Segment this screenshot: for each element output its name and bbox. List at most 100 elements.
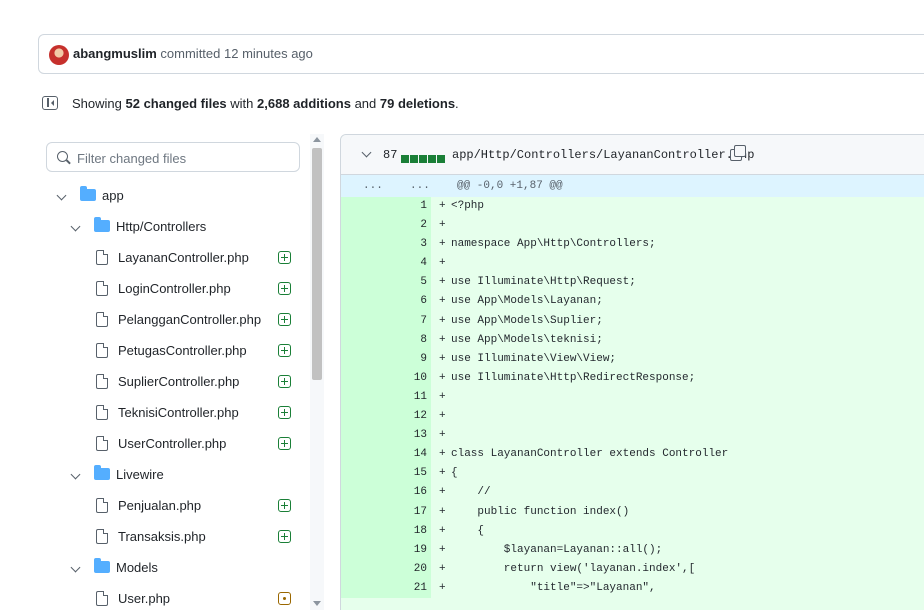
summary-with: with (230, 96, 254, 111)
diff-line: 20 + return view('layanan.index',[ (341, 559, 924, 579)
chevron-down-icon[interactable] (70, 469, 81, 480)
tree-folder[interactable]: Livewire (46, 459, 308, 490)
line-code: use Illuminate\View\View; (451, 352, 617, 365)
line-number[interactable]: 5 (341, 273, 431, 293)
line-number[interactable]: 6 (341, 292, 431, 312)
summary-and: and (354, 96, 377, 111)
line-code: "title"=>"Layanan", (451, 581, 656, 594)
tree-file[interactable]: PelangganController.php (46, 304, 308, 335)
file-label: PetugasController.php (118, 343, 247, 358)
tree-file[interactable]: UserController.php (46, 428, 308, 459)
hunk-expand-old[interactable]: ... (363, 180, 383, 192)
file-tree-scrollbar[interactable] (310, 134, 324, 610)
search-icon (57, 151, 68, 162)
diff-summary: Showing 52 changed files with 2,688 addi… (72, 96, 459, 111)
addition-marker: + (439, 467, 446, 480)
collapse-diff-chevron-icon[interactable] (361, 147, 372, 158)
line-number[interactable]: 2 (341, 216, 431, 236)
file-icon (96, 250, 108, 265)
line-number[interactable]: 18 (341, 521, 431, 541)
folder-label: Livewire (116, 467, 164, 482)
line-number[interactable]: 8 (341, 330, 431, 350)
file-icon (96, 281, 108, 296)
copy-icon[interactable] (730, 145, 746, 161)
diff-line: 11 + (341, 387, 924, 408)
tree-file[interactable]: SuplierController.php (46, 366, 308, 397)
tree-file[interactable]: Transaksis.php (46, 521, 308, 552)
diff-file-header: 87 app/Http/Controllers/LayananControlle… (341, 135, 924, 175)
line-number[interactable]: 9 (341, 349, 431, 369)
line-code: $layanan=Layanan::all(); (451, 543, 663, 556)
tree-file[interactable]: PetugasController.php (46, 335, 308, 366)
file-label: Transaksis.php (118, 529, 206, 544)
file-label: TeknisiController.php (118, 405, 239, 420)
line-number[interactable]: 7 (341, 311, 431, 331)
hunk-expand-new[interactable]: ... (410, 180, 430, 192)
line-code: use App\Models\teknisi; (451, 333, 603, 346)
chevron-down-icon[interactable] (56, 190, 67, 201)
tree-folder[interactable]: Http/Controllers (46, 211, 308, 242)
tree-file[interactable]: LayananController.php (46, 242, 308, 273)
diff-file-path[interactable]: app/Http/Controllers/LayananController.p… (452, 148, 754, 162)
line-number[interactable]: 14 (341, 445, 431, 465)
line-code: { (451, 467, 458, 480)
diff-line: 7 + use App\Models\Suplier; (341, 311, 924, 331)
tree-file[interactable]: Penjualan.php (46, 490, 308, 521)
line-number[interactable]: 21 (341, 578, 431, 598)
scroll-up-arrow-icon[interactable] (313, 137, 321, 142)
line-number[interactable]: 3 (341, 235, 431, 255)
addition-marker: + (439, 333, 446, 346)
addition-marker: + (439, 219, 446, 232)
chevron-down-icon[interactable] (70, 562, 81, 573)
line-number[interactable]: 1 (341, 197, 431, 217)
line-number[interactable]: 13 (341, 426, 431, 446)
diff-line: 3 + namespace App\Http\Controllers; (341, 235, 924, 255)
addition-marker: + (439, 524, 446, 537)
file-added-icon (278, 344, 291, 357)
commit-info: abangmuslim committed 12 minutes ago (73, 46, 313, 61)
line-number[interactable]: 12 (341, 407, 431, 427)
tree-file[interactable]: LoginController.php (46, 273, 308, 304)
chevron-down-icon[interactable] (70, 221, 81, 232)
line-number[interactable]: 19 (341, 540, 431, 560)
line-number[interactable]: 15 (341, 464, 431, 484)
folder-icon (94, 465, 110, 480)
line-number[interactable]: 11 (341, 387, 431, 408)
folder-icon (94, 558, 110, 573)
line-number[interactable]: 16 (341, 483, 431, 503)
file-added-icon (278, 406, 291, 419)
avatar[interactable] (49, 45, 69, 65)
commit-author[interactable]: abangmuslim (73, 46, 157, 61)
summary-prefix: Showing (72, 96, 122, 111)
diff-line-count: 87 (383, 148, 398, 162)
diff-line: 8 + use App\Models\teknisi; (341, 330, 924, 350)
hunk-header: ... ... @@ -0,0 +1,87 @@ (341, 175, 924, 197)
file-tree: app Http/Controllers LayananController.php… (46, 180, 308, 610)
line-code: // (451, 486, 491, 499)
tree-file[interactable]: User.php (46, 583, 308, 610)
diff-line: 4 + (341, 254, 924, 274)
file-icon (96, 312, 108, 327)
line-number[interactable]: 20 (341, 559, 431, 579)
file-icon (96, 405, 108, 420)
tree-folder[interactable]: Models (46, 552, 308, 583)
line-number[interactable]: 17 (341, 502, 431, 522)
file-label: LayananController.php (118, 250, 249, 265)
tree-file[interactable]: TeknisiController.php (46, 397, 308, 428)
line-number[interactable]: 4 (341, 254, 431, 274)
line-number[interactable]: 10 (341, 368, 431, 388)
file-label: LoginController.php (118, 281, 231, 296)
file-added-icon (278, 375, 291, 388)
line-code: class LayananController extends Controll… (451, 448, 729, 461)
summary-period: . (455, 96, 459, 111)
tree-folder[interactable]: app (46, 180, 308, 211)
scroll-down-arrow-icon[interactable] (313, 601, 321, 606)
toggle-file-tree-icon[interactable] (42, 96, 58, 110)
filter-files-input[interactable] (77, 148, 287, 168)
scrollbar-thumb[interactable] (312, 148, 322, 380)
file-added-icon (278, 282, 291, 295)
addition-marker: + (439, 200, 446, 212)
addition-marker: + (439, 295, 446, 308)
changed-files-count: 52 changed files (125, 96, 227, 111)
file-icon (96, 436, 108, 451)
